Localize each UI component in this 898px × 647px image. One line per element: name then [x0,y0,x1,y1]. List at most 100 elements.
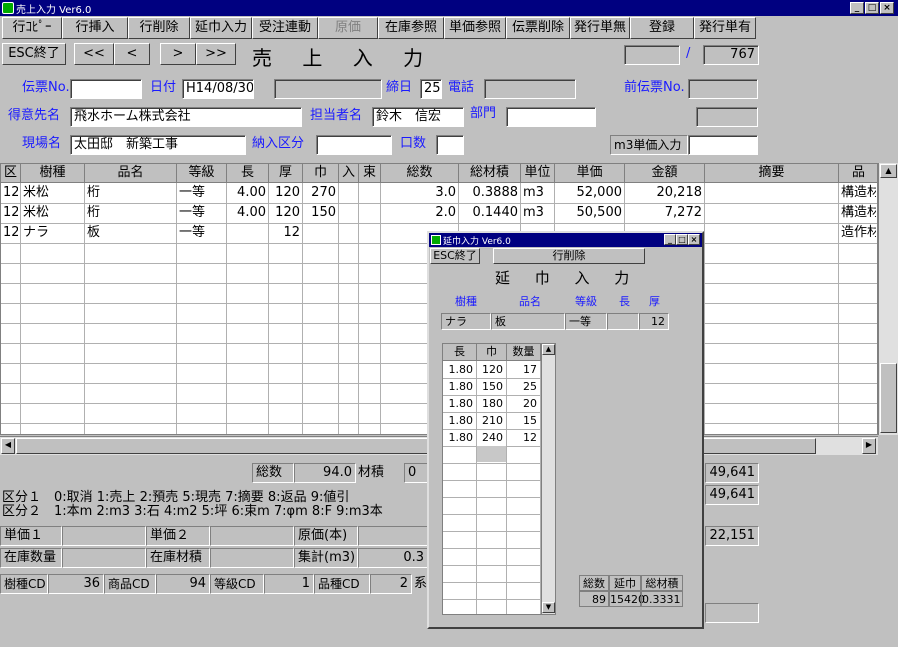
grid-cell[interactable]: 120 [271,203,300,223]
prev-record-button[interactable]: < [114,43,150,65]
first-record-button[interactable]: << [74,43,114,65]
toolbar-button-8[interactable]: 伝票削除 [506,17,570,39]
dialog-grid-cell[interactable]: 180 [478,395,503,412]
dialog-grid-row-line [443,463,541,464]
grid-cell[interactable]: 一等 [179,223,224,243]
dialog-grid-cell[interactable]: 150 [478,378,503,395]
grid-cell[interactable]: 12 [3,223,18,243]
grid-cell[interactable]: 270 [305,183,336,203]
scroll-up-icon[interactable]: ▲ [880,164,897,178]
m3-tanka-input[interactable] [688,135,758,155]
next-record-button[interactable]: > [160,43,196,65]
nobehaba-dialog[interactable]: 延巾入力 Ver6.0 _ □ × ESC終了 行削除 延 巾 入 力 樹種 品… [427,231,704,629]
grid-cell[interactable]: m3 [523,203,552,223]
tanto-input[interactable]: 鈴木 信宏 [372,107,464,127]
grid-cell[interactable]: 構造材 [841,203,876,223]
toolbar-button-0[interactable]: 行ｺﾋﾟｰ [2,17,62,39]
nonyu-input[interactable] [316,135,392,155]
toolbar-button-2[interactable]: 行削除 [128,17,190,39]
toolbar-button-6[interactable]: 在庫参照 [378,17,444,39]
customer-input[interactable]: 飛水ホーム株式会社 [70,107,302,127]
grid-cell[interactable]: 板 [87,223,174,243]
scroll-left-icon[interactable]: ◀ [1,438,15,454]
dialog-grid-cell[interactable]: 1.80 [444,395,474,412]
dialog-close-button[interactable]: × [688,234,700,245]
toolbar-button-1[interactable]: 行挿入 [62,17,128,39]
dialog-title-bar: 延巾入力 Ver6.0 _ □ × [429,233,702,247]
toolbar-button-10[interactable]: 登録 [630,17,694,39]
dialog-grid-cell[interactable]: 1.80 [444,378,474,395]
dialog-delete-row-button[interactable]: 行削除 [493,248,645,264]
toolbar-button-3[interactable]: 延巾入力 [190,17,252,39]
grid-cell[interactable]: 50,500 [557,203,623,223]
grid-cell[interactable]: m3 [523,183,552,203]
grid-cell[interactable]: 0.3888 [461,183,519,203]
zaiko-label: 在庫数量 [0,548,62,568]
grid-cell[interactable]: 12 [3,183,18,203]
dialog-grid-cell[interactable]: 17 [508,361,537,378]
dialog-grid-cell[interactable]: 210 [478,412,503,429]
dialog-maximize-button[interactable]: □ [676,234,688,245]
dialog-minimize-button[interactable]: _ [664,234,676,245]
dialog-grid-row-line [443,582,541,583]
toolbar-button-9[interactable]: 発行単無 [570,17,630,39]
grid-cell[interactable]: 3.0 [383,183,456,203]
grid-cell[interactable]: 52,000 [557,183,623,203]
grid-cell[interactable]: 120 [271,183,300,203]
grid-cell[interactable]: 7,272 [627,203,702,223]
dialog-grid-cell[interactable]: 1.80 [444,412,474,429]
shukei-value: 0.3 [358,548,428,568]
dialog-grid-cell[interactable]: 15 [508,412,537,429]
dialog-grid-selected-cell[interactable] [477,446,506,462]
grid-cell[interactable]: 米松 [23,183,82,203]
maximize-button[interactable]: □ [865,2,879,14]
dialog-size-grid[interactable]: 長巾数量 1.80 120 17 1.80 150 25 1.80 180 20 1.80 210 15… [442,343,556,615]
grid-cell[interactable]: 桁 [87,203,174,223]
kuchi-input[interactable] [436,135,464,155]
toolbar-button-7[interactable]: 単価参照 [444,17,506,39]
dialog-grid-cell[interactable]: 1.80 [444,429,474,446]
grid-cell[interactable]: ナラ [23,223,82,243]
genba-input[interactable]: 太田邸 新築工事 [70,135,246,155]
grid-cell[interactable]: 150 [305,203,336,223]
grid-cell[interactable]: 構造材 [841,183,876,203]
denpyo-input[interactable] [70,79,142,99]
date-input[interactable]: H14/08/30 [182,79,254,99]
grid-cell[interactable]: 一等 [179,183,224,203]
grid-cell[interactable]: 桁 [87,183,174,203]
close-button[interactable]: × [880,2,894,14]
last-record-button[interactable]: >> [196,43,236,65]
grid-cell[interactable]: 造作材 [841,223,876,243]
grid-vertical-scrollbar[interactable]: ▲ [878,163,898,435]
shime-input[interactable]: 25 [420,79,442,99]
grid-header-8: 束 [359,164,381,183]
dialog-grid-cell[interactable]: 25 [508,378,537,395]
scroll-thumb[interactable] [880,363,897,433]
dialog-grid-scrollbar[interactable]: ▲ ▼ [541,344,555,614]
grid-cell[interactable]: 4.00 [229,183,266,203]
title-bar: 売上入力 Ver6.0 _ □ × [0,0,898,16]
minimize-button[interactable]: _ [850,2,864,14]
grid-cell[interactable]: 4.00 [229,203,266,223]
dialog-scroll-up-icon[interactable]: ▲ [542,344,555,355]
dialog-scroll-down-icon[interactable]: ▼ [542,602,555,613]
grid-cell[interactable]: 一等 [179,203,224,223]
grid-cell[interactable]: 0.1440 [461,203,519,223]
dialog-grid-cell[interactable]: 12 [508,429,537,446]
toolbar-button-11[interactable]: 発行単有 [694,17,756,39]
grid-cell[interactable]: 12 [3,203,18,223]
dialog-esc-button[interactable]: ESC終了 [430,248,480,264]
grid-cell[interactable]: 米松 [23,203,82,223]
bumon-input[interactable] [506,107,596,127]
dialog-grid-cell[interactable]: 240 [478,429,503,446]
grid-cell[interactable]: 20,218 [627,183,703,203]
dialog-grid-cell[interactable]: 120 [478,361,503,378]
scroll-right-icon[interactable]: ▶ [862,438,876,454]
toolbar-button-4[interactable]: 受注連動 [252,17,318,39]
esc-exit-button[interactable]: ESC終了 [2,43,66,65]
toolbar-button-5[interactable]: 原価 [318,17,378,39]
grid-cell[interactable]: 2.0 [383,203,456,223]
grid-cell[interactable]: 12 [271,223,300,243]
dialog-grid-cell[interactable]: 1.80 [444,361,474,378]
dialog-grid-cell[interactable]: 20 [508,395,537,412]
